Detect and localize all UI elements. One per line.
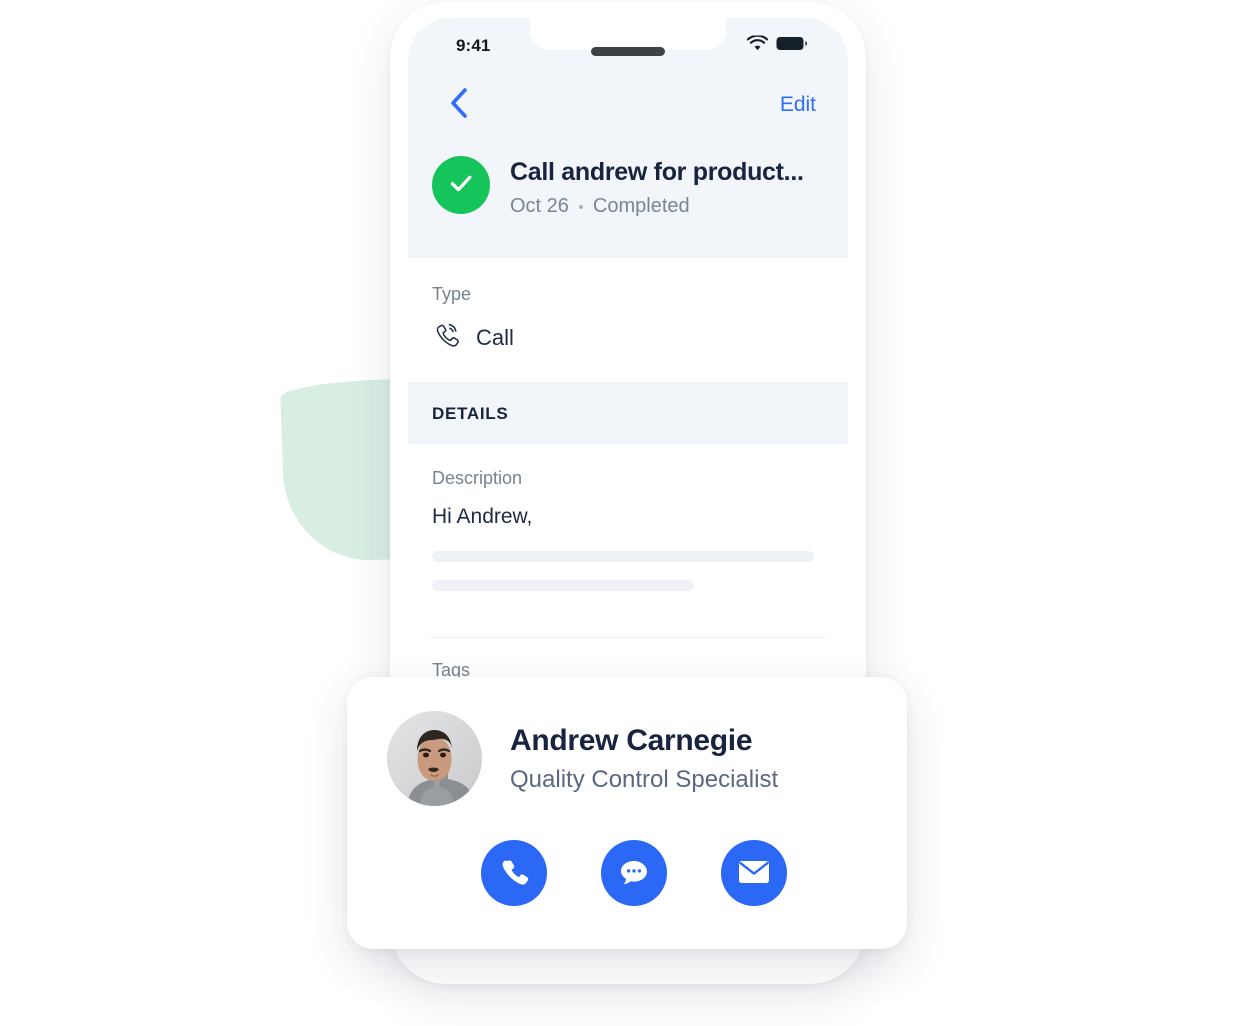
type-field-block: Type Call xyxy=(408,258,848,382)
navigation-bar: Edit xyxy=(408,74,848,136)
status-bar-indicators xyxy=(746,34,808,57)
task-title: Call andrew for product... xyxy=(510,158,804,186)
task-meta: Oct 26 Completed xyxy=(510,195,804,218)
speaker-pill xyxy=(591,47,665,56)
chat-bubble-icon xyxy=(618,857,650,890)
battery-full-icon xyxy=(776,36,808,57)
edit-button[interactable]: Edit xyxy=(780,93,816,117)
contact-role: Quality Control Specialist xyxy=(510,765,779,793)
wifi-icon xyxy=(746,34,769,57)
task-header: Call andrew for product... Oct 26 Comple… xyxy=(408,136,848,258)
back-button[interactable] xyxy=(442,87,476,124)
contact-card: Andrew Carnegie Quality Control Speciali… xyxy=(347,677,907,949)
screenshot-stage: 9:41 Edit Call andrew for product... Oct… xyxy=(0,0,1240,1026)
status-bar: 9:41 xyxy=(408,18,848,74)
avatar xyxy=(387,711,482,806)
message-button[interactable] xyxy=(601,840,667,906)
type-field-value: Call xyxy=(476,324,514,350)
device-notch xyxy=(530,18,726,50)
status-bar-time: 9:41 xyxy=(456,36,491,55)
type-field-row[interactable]: Call xyxy=(432,321,824,354)
task-status: Completed xyxy=(592,195,690,217)
envelope-icon xyxy=(738,859,770,888)
task-complete-toggle[interactable] xyxy=(432,156,490,214)
contact-card-header: Andrew Carnegie Quality Control Speciali… xyxy=(387,711,867,806)
check-circle-icon xyxy=(445,167,477,204)
meta-separator-dot xyxy=(578,204,583,209)
type-field-label: Type xyxy=(432,284,472,304)
chevron-left-icon xyxy=(449,87,469,124)
details-section-header: DETAILS xyxy=(408,382,848,444)
call-button[interactable] xyxy=(481,840,547,906)
description-placeholder-line xyxy=(432,551,814,562)
contact-card-text: Andrew Carnegie Quality Control Speciali… xyxy=(510,724,778,794)
phone-icon xyxy=(499,857,529,890)
contact-name: Andrew Carnegie xyxy=(510,723,753,757)
description-label: Description xyxy=(432,468,523,488)
email-button[interactable] xyxy=(721,840,787,906)
description-block: Description Hi Andrew, xyxy=(408,444,848,637)
description-placeholder-line xyxy=(432,580,694,591)
task-header-text: Call andrew for product... Oct 26 Comple… xyxy=(510,152,804,218)
contact-actions xyxy=(387,840,867,906)
phone-call-icon xyxy=(432,321,460,354)
description-value: Hi Andrew, xyxy=(432,505,533,528)
task-date: Oct 26 xyxy=(510,195,569,217)
